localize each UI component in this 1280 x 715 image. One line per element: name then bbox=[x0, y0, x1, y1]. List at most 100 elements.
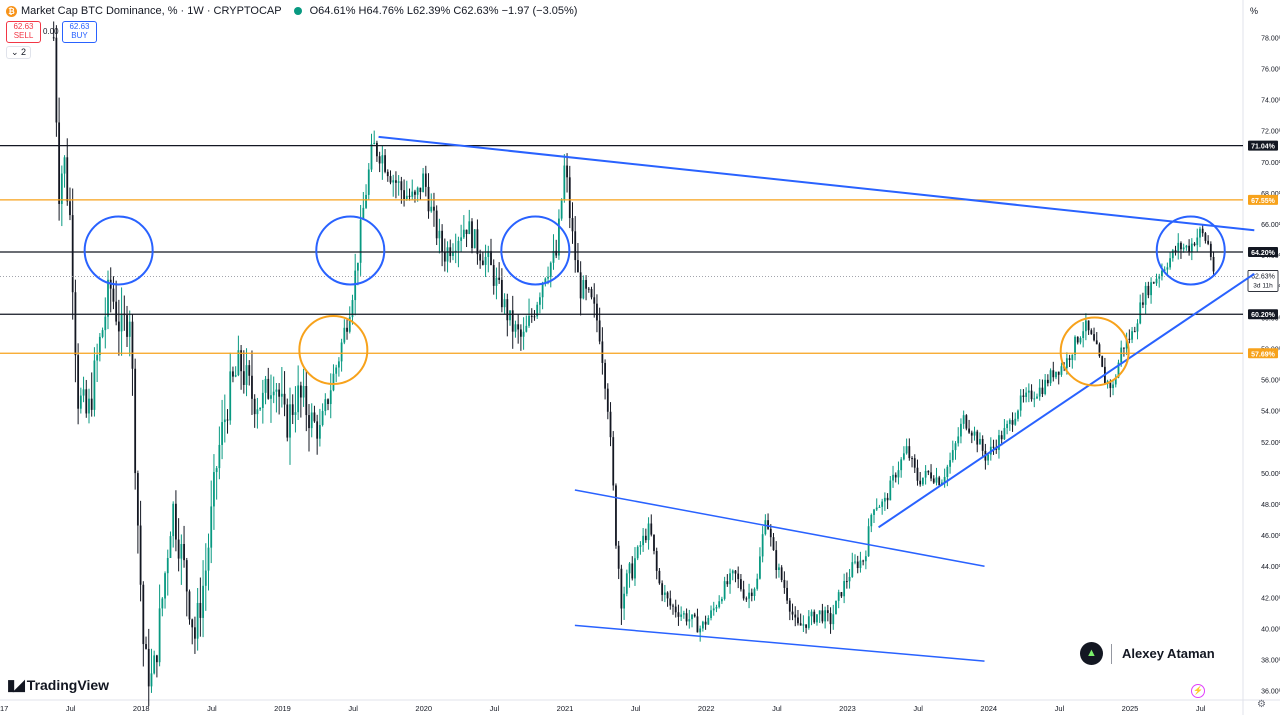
candle-body bbox=[310, 412, 313, 429]
candle-body bbox=[734, 570, 737, 574]
candle-body bbox=[223, 419, 226, 423]
candle-body bbox=[655, 550, 658, 571]
y-tick-label: 72.00% bbox=[1261, 129, 1280, 136]
candle-body bbox=[408, 195, 411, 197]
candle-body bbox=[180, 543, 183, 559]
level-price-label: 67.55% bbox=[1251, 198, 1276, 205]
y-tick-label: 54.00% bbox=[1261, 409, 1280, 416]
candle-body bbox=[131, 321, 134, 369]
buy-label: BUY bbox=[71, 31, 88, 40]
candle-body bbox=[191, 619, 194, 628]
candle-body bbox=[90, 398, 93, 410]
candle-body bbox=[1150, 282, 1152, 296]
lightning-icon[interactable]: ⚡ bbox=[1191, 684, 1205, 698]
x-tick-label: 2024 bbox=[980, 704, 997, 713]
candle-body bbox=[435, 210, 438, 239]
candle-body bbox=[927, 470, 930, 473]
candle-body bbox=[476, 229, 479, 255]
candle-body bbox=[359, 219, 362, 263]
candle-body bbox=[900, 459, 903, 471]
candle-body bbox=[85, 389, 88, 414]
x-tick-label: 2025 bbox=[1122, 704, 1139, 713]
candle-body bbox=[1060, 366, 1063, 375]
candle-body bbox=[864, 556, 867, 562]
candle-body bbox=[202, 585, 204, 618]
candle-body bbox=[66, 157, 69, 202]
candle-body bbox=[139, 525, 142, 585]
candle-body bbox=[612, 437, 615, 486]
candle-body bbox=[1190, 243, 1193, 253]
candle-body bbox=[150, 673, 153, 687]
candle-body bbox=[183, 543, 185, 561]
candle-body bbox=[498, 277, 501, 280]
candle-body bbox=[1033, 398, 1036, 400]
candle-body bbox=[1022, 395, 1025, 397]
candle-body bbox=[479, 254, 482, 261]
candle-body bbox=[1144, 285, 1147, 305]
candle-body bbox=[677, 612, 680, 617]
symbol-title[interactable]: Market Cap BTC Dominance, % · 1W · CRYPT… bbox=[21, 5, 282, 17]
candle-body bbox=[155, 655, 158, 663]
candle-body bbox=[1185, 245, 1188, 248]
candle-body bbox=[1169, 258, 1171, 268]
candle-body bbox=[272, 391, 275, 396]
price-chart[interactable]: 36.00% 38.00% 40.00% 42.00% 44.00% 46.00% 48.0… bbox=[0, 0, 1280, 715]
candle-body bbox=[829, 613, 832, 625]
candle-body bbox=[253, 398, 256, 415]
candle-body bbox=[107, 279, 109, 317]
trendline bbox=[878, 272, 1255, 529]
sell-price: 62.63 bbox=[13, 22, 34, 31]
candle-body bbox=[935, 477, 938, 483]
candle-body bbox=[875, 507, 878, 510]
candle-body bbox=[1123, 347, 1125, 349]
buy-button[interactable]: 62.63 BUY bbox=[62, 21, 97, 43]
sell-button[interactable]: 62.63 SELL bbox=[6, 21, 41, 43]
candle-body bbox=[1065, 358, 1068, 369]
candle-body bbox=[1166, 267, 1169, 270]
candle-body bbox=[737, 573, 740, 580]
candle-body bbox=[218, 444, 221, 469]
candle-body bbox=[1196, 237, 1199, 246]
x-tick-label: Jul bbox=[1055, 704, 1065, 713]
candle-body bbox=[471, 221, 473, 249]
candle-body bbox=[283, 393, 286, 405]
x-tick-label: 2019 bbox=[274, 704, 291, 713]
candle-body bbox=[1152, 282, 1155, 284]
candle-body bbox=[745, 598, 748, 600]
candle-body bbox=[832, 614, 835, 625]
candle-body bbox=[199, 602, 202, 618]
candle-body bbox=[525, 325, 528, 332]
candle-body bbox=[500, 279, 503, 308]
y-tick-label: 36.00% bbox=[1261, 689, 1280, 696]
candle-body bbox=[264, 378, 267, 393]
candle-body bbox=[840, 592, 843, 597]
candle-body bbox=[280, 393, 283, 397]
candle-body bbox=[430, 206, 433, 212]
candle-body bbox=[843, 581, 846, 597]
candle-body bbox=[1000, 435, 1003, 440]
candle-body bbox=[115, 301, 118, 322]
settings-gear-icon[interactable]: ⚙ bbox=[1257, 699, 1266, 710]
candle-body bbox=[748, 592, 750, 599]
candle-body bbox=[98, 336, 101, 356]
author-logo-icon: ▲ bbox=[1080, 642, 1103, 665]
candle-body bbox=[299, 385, 302, 398]
candle-body bbox=[579, 272, 582, 299]
candle-body bbox=[74, 292, 77, 356]
candle-body bbox=[433, 206, 435, 211]
candle-body bbox=[704, 621, 707, 625]
candle-body bbox=[672, 605, 674, 607]
candle-body bbox=[1025, 392, 1028, 397]
candle-body bbox=[596, 303, 598, 321]
candle-body bbox=[1093, 334, 1095, 341]
candle-body bbox=[261, 392, 264, 408]
candle-body bbox=[845, 581, 848, 583]
indicator-toggle[interactable]: ⌄ 2 bbox=[6, 46, 32, 59]
candle-body bbox=[658, 570, 661, 584]
author-signature: ▲ Alexey Ataman bbox=[1080, 642, 1215, 665]
percent-scale-button[interactable]: % bbox=[1250, 6, 1258, 16]
candle-body bbox=[541, 283, 544, 298]
candle-body bbox=[1030, 390, 1033, 400]
y-tick-label: 74.00% bbox=[1261, 98, 1280, 105]
candle-body bbox=[653, 534, 655, 551]
